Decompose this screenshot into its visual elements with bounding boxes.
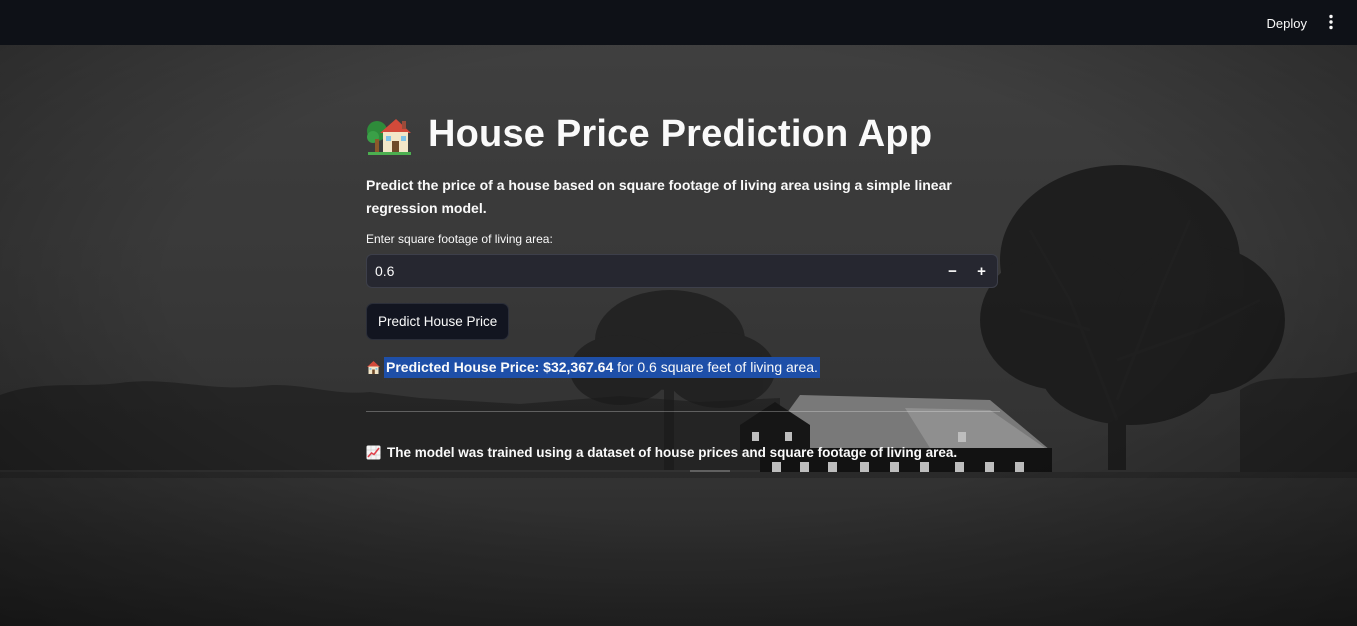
model-info-text: The model was trained using a dataset of… [387,445,958,460]
square-footage-label: Enter square footage of living area: [366,232,553,246]
top-header-bar: Deploy [0,0,1357,45]
predict-house-price-button[interactable]: Predict House Price [366,303,510,340]
prediction-result-text: Predicted House Price: $32,367.64 for 0.… [384,356,820,378]
kebab-menu-icon[interactable] [1321,12,1341,32]
divider [366,411,1000,412]
prediction-detail: for 0.6 square feet of living area. [613,358,818,375]
model-info-note: The model was trained using a dataset of… [366,445,1000,460]
main-content: House Price Prediction App Predict the p… [366,108,1000,460]
house-icon [366,360,381,375]
square-footage-number-input: − + [366,254,998,288]
prediction-result: Predicted House Price: $32,367.64 for 0.… [366,356,1000,378]
decrement-button[interactable]: − [938,255,967,287]
increment-button[interactable]: + [967,255,996,287]
app-description: Predict the price of a house based on sq… [366,177,952,216]
page-title-text: House Price Prediction App [428,112,933,155]
house-with-garden-icon [366,111,412,157]
predicted-price: Predicted House Price: $32,367.64 [386,358,614,375]
deploy-button[interactable]: Deploy [1267,14,1307,33]
chart-increasing-icon [366,445,381,460]
square-footage-field[interactable] [367,255,927,287]
page-title: House Price Prediction App [366,108,1000,160]
